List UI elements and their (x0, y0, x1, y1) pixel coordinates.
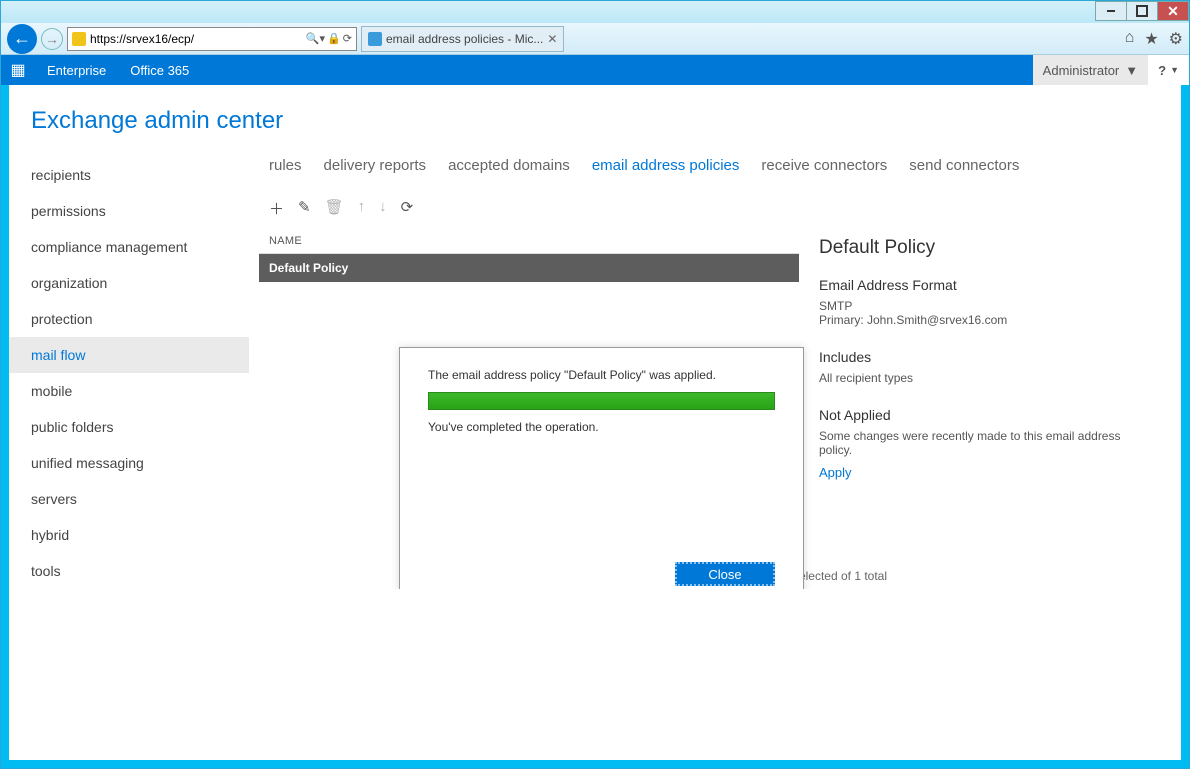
address-bar[interactable]: https://srvex16/ecp/ 🔍▾ 🔒 ⟳ (67, 27, 357, 51)
delete-button[interactable]: 🗑 (325, 198, 344, 219)
notapplied-heading: Not Applied (819, 407, 1151, 423)
sidebar-item-hybrid[interactable]: hybrid (31, 517, 249, 553)
user-menu[interactable]: Administrator ▼ (1033, 55, 1148, 85)
column-header-name[interactable]: NAME (259, 229, 799, 254)
page-title: Exchange admin center (9, 85, 1181, 157)
close-button[interactable]: Close (675, 562, 775, 586)
sidebar-item-compliance-management[interactable]: compliance management (31, 229, 249, 265)
app-launcher-icon[interactable]: ▦ (1, 60, 35, 80)
tab-delivery-reports[interactable]: delivery reports (324, 157, 427, 174)
tab-send-connectors[interactable]: send connectors (909, 157, 1019, 174)
add-button[interactable]: ＋ (269, 198, 284, 219)
format-heading: Email Address Format (819, 277, 1151, 293)
primary-address: Primary: John.Smith@srvex16.com (819, 313, 1151, 327)
notapplied-text: Some changes were recently made to this … (819, 429, 1151, 457)
move-up-button[interactable]: ↑ (358, 198, 366, 219)
tab-accepted-domains[interactable]: accepted domains (448, 157, 570, 174)
tools-icon[interactable]: ⚙ (1169, 29, 1183, 49)
user-name: Administrator (1043, 63, 1120, 78)
sidebar-item-mail-flow[interactable]: mail flow (9, 337, 249, 373)
suite-bar: ▦ Enterprise Office 365 Administrator ▼ … (1, 55, 1189, 85)
dialog-message-2: You've completed the operation. (428, 420, 775, 434)
refresh-button[interactable]: ⟳ (401, 198, 414, 219)
proto-label: SMTP (819, 299, 1151, 313)
url-actions: 🔍▾ 🔒 ⟳ (306, 32, 352, 45)
window-close-button[interactable]: ✕ (1157, 1, 1189, 21)
sidebar-item-unified-messaging[interactable]: unified messaging (31, 445, 249, 481)
window-titlebar: ✕ (1, 1, 1189, 23)
url-text: https://srvex16/ecp/ (90, 32, 194, 46)
sidebar-item-protection[interactable]: protection (31, 301, 249, 337)
sidebar-item-servers[interactable]: servers (31, 481, 249, 517)
help-icon: ? (1158, 63, 1166, 78)
nav-forward-button[interactable]: → (41, 28, 63, 50)
site-favicon-icon (72, 32, 86, 46)
tab-title: email address policies - Mic... (386, 32, 543, 46)
progress-bar (428, 392, 775, 410)
nav-back-button[interactable]: ← (7, 24, 37, 54)
search-dropdown-icon[interactable]: 🔍▾ (306, 32, 325, 45)
browser-toolbar: ← → https://srvex16/ecp/ 🔍▾ 🔒 ⟳ email ad… (1, 23, 1189, 55)
chevron-down-icon: ▼ (1170, 65, 1179, 75)
window-maximize-button[interactable] (1126, 1, 1158, 21)
sidebar-item-mobile[interactable]: mobile (31, 373, 249, 409)
sidebar-item-recipients[interactable]: recipients (31, 157, 249, 193)
sidebar-item-permissions[interactable]: permissions (31, 193, 249, 229)
sub-tabs: rules delivery reports accepted domains ema… (259, 157, 1171, 198)
table-row[interactable]: Default Policy (259, 254, 799, 282)
apply-link[interactable]: Apply (819, 465, 852, 480)
left-nav: recipientspermissionscompliance manageme… (9, 157, 249, 589)
list-toolbar: ＋ ✎ 🗑 ↑ ↓ ⟳ (259, 198, 1171, 229)
home-icon[interactable]: ⌂ (1125, 29, 1135, 49)
includes-value: All recipient types (819, 371, 1151, 385)
tab-close-icon[interactable]: ✕ (547, 32, 557, 46)
office365-link[interactable]: Office 365 (118, 63, 201, 78)
details-title: Default Policy (819, 237, 1151, 259)
details-pane: Default Policy Email Address Format SMTP… (799, 229, 1171, 488)
tab-receive-connectors[interactable]: receive connectors (761, 157, 887, 174)
lock-icon: 🔒 (327, 32, 341, 45)
help-menu[interactable]: ? ▼ (1148, 55, 1189, 85)
sidebar-item-tools[interactable]: tools (31, 553, 249, 589)
refresh-icon[interactable]: ⟳ (343, 32, 352, 45)
includes-heading: Includes (819, 349, 1151, 365)
sidebar-item-organization[interactable]: organization (31, 265, 249, 301)
dialog-message-1: The email address policy "Default Policy… (428, 368, 775, 382)
tab-rules[interactable]: rules (269, 157, 302, 174)
browser-tab[interactable]: email address policies - Mic... ✕ (361, 26, 564, 52)
move-down-button[interactable]: ↓ (379, 198, 387, 219)
favorites-icon[interactable]: ★ (1144, 29, 1158, 49)
edit-button[interactable]: ✎ (298, 198, 311, 219)
chevron-down-icon: ▼ (1125, 63, 1138, 78)
progress-dialog: The email address policy "Default Policy… (399, 347, 804, 589)
tab-favicon-icon (368, 32, 382, 46)
tab-email-address-policies[interactable]: email address policies (592, 157, 740, 174)
sidebar-item-public-folders[interactable]: public folders (31, 409, 249, 445)
enterprise-link[interactable]: Enterprise (35, 63, 118, 78)
window-minimize-button[interactable] (1095, 1, 1127, 21)
